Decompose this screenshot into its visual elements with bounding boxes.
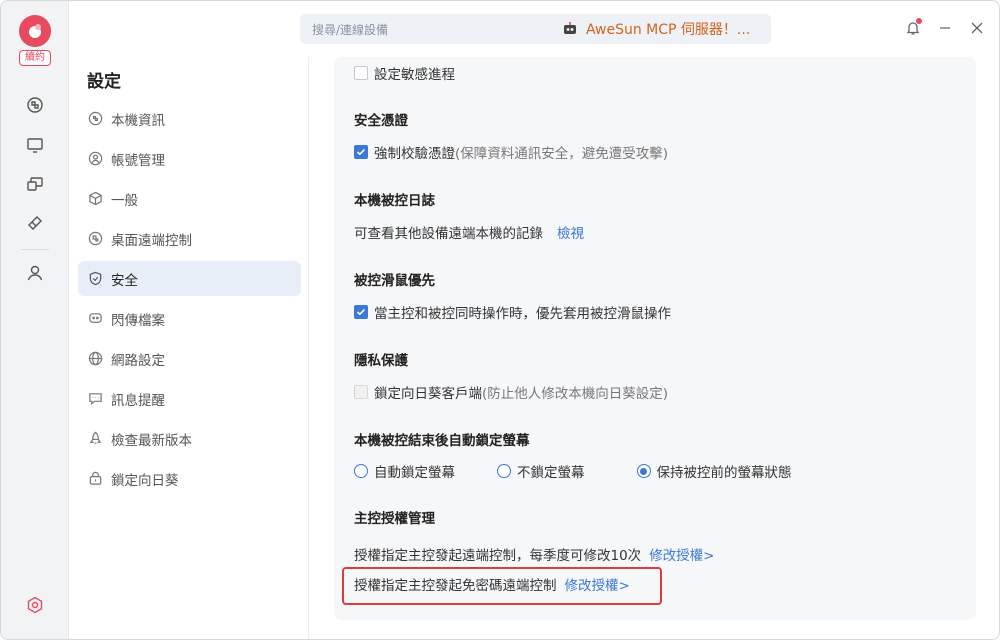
page-title: 設定 [87,72,121,92]
robot-icon [564,22,576,34]
nav-item-account[interactable]: 帳號管理 [78,141,301,176]
nav-item-file-transfer[interactable]: 閃傳檔案 [78,301,301,336]
search-bar[interactable]: 搜尋/連線設備 AweSun MCP 伺服器！... [300,14,771,44]
notification-dot [916,18,922,24]
security-settings-panel: 設定敏感進程 安全憑證 強制校驗憑證 (保障資料通訊安全，避免遭受攻擊) 本機被… [334,57,976,620]
controlled-log-row: 可查看其他設備遠端本機的記錄 檢視 [354,222,584,242]
nav-item-network[interactable]: 網路設定 [78,341,301,376]
radio-no-lock[interactable] [497,464,511,478]
remote-control-icon[interactable] [23,93,47,117]
force-cert-checkbox[interactable] [354,145,368,159]
master-auth-row-1: 授權指定主控發起遠端控制，每季度可修改10次 修改授權> [354,544,715,564]
master-auth-title: 主控授權管理 [354,511,435,527]
minimize-icon[interactable] [934,17,956,39]
account-icon [86,150,104,168]
sensitive-process-option[interactable]: 設定敏感進程 [354,63,455,83]
nav-divider [308,57,309,639]
app-logo[interactable] [19,15,51,47]
close-icon[interactable] [966,17,988,39]
check-icon [356,148,366,156]
left-rail: 續約 [1,1,69,639]
devices-icon[interactable] [23,172,47,196]
remote-icon [86,230,104,248]
chat-icon [86,310,104,328]
nav-item-desktop-remote[interactable]: 桌面遠端控制 [78,221,301,256]
monitor-icon[interactable] [23,133,47,157]
bell-icon[interactable] [902,17,924,39]
auto-lock-options: 自動鎖定螢幕 不鎖定螢幕 保持被控前的螢幕狀態 [354,461,792,481]
rail-divider [21,249,49,250]
globe-icon [86,350,104,368]
promo-text: AweSun MCP 伺服器！... [586,22,751,38]
shield-icon [86,270,104,288]
cube-icon [86,190,104,208]
lock-icon [86,470,104,488]
renew-badge[interactable]: 續約 [19,50,51,66]
rocket-icon [86,430,104,448]
nav-item-security[interactable]: 安全 [78,261,301,296]
lock-client-option[interactable]: 鎖定向日葵客戶端 (防止他人修改本機向日葵設定) [354,382,668,402]
sensitive-process-checkbox[interactable] [354,66,368,80]
auto-lock-title: 本機被控結束後自動鎖定螢幕 [354,433,530,449]
user-icon[interactable] [23,261,47,285]
search-input[interactable]: 搜尋/連線設備 [312,21,388,38]
settings-hex-icon[interactable] [23,593,47,617]
nav-item-device-info[interactable]: 本機資訊 [78,101,301,136]
nav-item-notifications[interactable]: 訊息提醒 [78,381,301,416]
view-log-link[interactable]: 檢視 [557,222,584,242]
info-icon [86,110,104,128]
radio-keep-state[interactable] [636,464,651,478]
lock-client-note: (防止他人修改本機向日葵設定) [482,386,669,402]
nav-item-lock[interactable]: 鎖定向日葵 [78,461,301,496]
tools-icon[interactable] [23,211,47,235]
mouse-priority-title: 被控滑鼠優先 [354,273,435,289]
nav-item-update[interactable]: 檢查最新版本 [78,421,301,456]
lock-client-checkbox[interactable] [354,385,368,399]
radio-auto-lock[interactable] [354,464,368,478]
privacy-title: 隱私保護 [354,353,408,369]
mouse-priority-checkbox[interactable] [354,305,368,319]
message-icon [86,390,104,408]
force-cert-option[interactable]: 強制校驗憑證 (保障資料通訊安全，避免遭受攻擊) [354,142,668,162]
app-window: 續約 搜尋/連線設備 AweSun MCP 伺服器！... 設定 本機資訊 帳號… [0,0,1000,640]
force-cert-note: (保障資料通訊安全，避免遭受攻擊) [455,146,669,162]
controlled-log-title: 本機被控日誌 [354,193,435,209]
settings-nav: 本機資訊 帳號管理 一般 桌面遠端控制 安全 閃傳檔案 網路設定 訊息提醒 檢查… [78,101,301,501]
highlight-box [342,567,662,605]
mouse-priority-option[interactable]: 當主控和被控同時操作時，優先套用被控滑鼠操作 [354,302,671,322]
modify-auth-link-1[interactable]: 修改授權> [649,544,714,564]
promo-banner[interactable]: AweSun MCP 伺服器！... [562,14,750,44]
security-cert-title: 安全憑證 [354,113,408,129]
check-icon [356,308,366,316]
nav-item-general[interactable]: 一般 [78,181,301,216]
